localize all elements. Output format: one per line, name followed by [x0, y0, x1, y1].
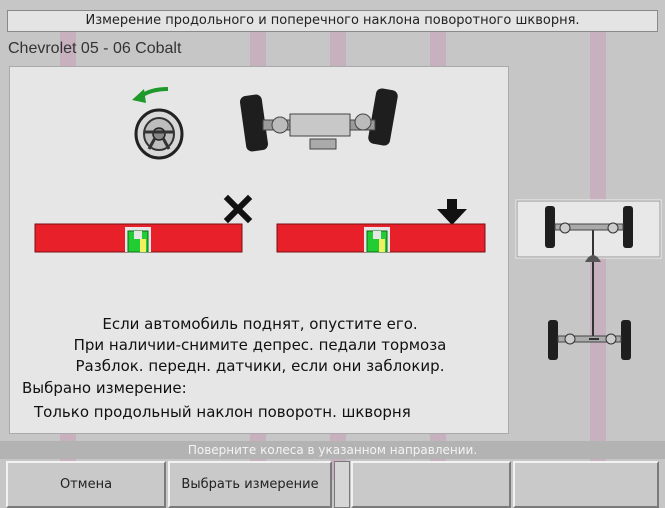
softkey-3-button[interactable] — [351, 461, 511, 508]
instruction-line-3: Разблок. передн. датчики, если они забло… — [75, 357, 445, 375]
front-axle-illustration — [239, 88, 398, 152]
cancel-button[interactable]: Отмена — [6, 461, 166, 508]
instruction-panel: Если автомобиль поднят, опустите его. Пр… — [9, 66, 509, 434]
selection-label: Выбрано измерение: — [22, 379, 187, 397]
cross-icon — [223, 194, 253, 224]
turn-left-arrow-icon — [132, 87, 169, 103]
right-indicator-bar — [276, 223, 486, 253]
softkey-4-button[interactable] — [513, 461, 659, 508]
vehicle-name: Chevrolet 05 - 06 Cobalt — [8, 40, 182, 57]
softkey-bar: Отмена Выбрать измерение — [0, 461, 665, 508]
vehicle-overview-diagram — [515, 199, 662, 360]
select-measurement-button[interactable]: Выбрать измерение — [168, 461, 332, 508]
softkey-separator — [334, 461, 350, 508]
status-bar: Поверните колеса в указанном направлении… — [0, 441, 665, 459]
steering-wheel-icon — [134, 108, 184, 160]
down-arrow-icon — [437, 199, 467, 225]
rear-axle-mini — [548, 320, 631, 360]
instruction-line-2: При наличии-снимите депрес. педали тормо… — [73, 336, 447, 354]
left-indicator-bar — [34, 223, 243, 253]
selection-value: Только продольный наклон поворотн. шквор… — [34, 403, 411, 421]
instruction-line-1: Если автомобиль поднят, опустите его. — [102, 315, 418, 333]
page-title: Измерение продольного и поперечного накл… — [7, 10, 658, 32]
